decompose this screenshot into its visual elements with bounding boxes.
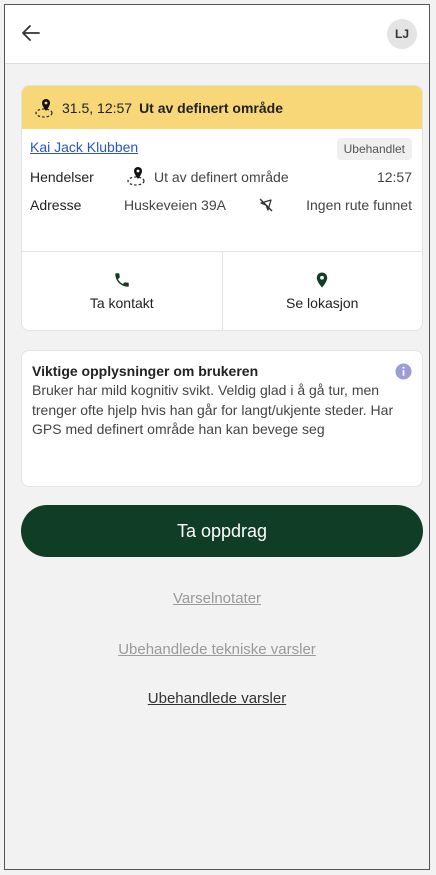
alert-banner: 31.5, 12:57 Ut av definert område [22,86,422,129]
top-bar: LJ [5,5,429,64]
status-badge: Ubehandlet [336,138,412,160]
alert-card: 31.5, 12:57 Ut av definert område Kai Ja… [21,85,423,331]
location-area-icon [35,98,53,118]
unhandled-technical-alerts-link[interactable]: Ubehandlede tekniske varsler [5,641,429,658]
address-label: Adresse [30,197,82,213]
alert-datetime: 31.5, 12:57 [62,99,133,116]
event-text: Ut av definert område [154,169,289,185]
unhandled-alerts-link[interactable]: Ubehandlede varsler [5,690,429,707]
info-icon[interactable] [395,363,412,380]
location-pin-icon [317,272,328,288]
see-location-button[interactable]: Se lokasjon [221,252,423,330]
app-screen: LJ 31.5, 12:57 Ut av definert område Kai… [4,4,430,870]
events-row: Hendelser Ut av definert område 12:57 [22,163,422,191]
address-row: Adresse Huskeveien 39A Ingen rute funnet [22,191,422,219]
location-area-icon [127,167,145,186]
take-assignment-button[interactable]: Ta oppdrag [21,505,423,557]
user-row: Kai Jack Klubben Ubehandlet [22,135,422,163]
avatar[interactable]: LJ [387,19,417,49]
phone-icon [115,273,129,287]
address-value: Huskeveien 39A [124,197,226,213]
alert-actions: Ta kontakt Se lokasjon [22,251,422,330]
user-info-card: Viktige opplysninger om brukeren Bruker … [21,350,423,487]
info-text: Bruker har mild kognitiv svikt. Veldig g… [32,382,394,437]
alert-notes-link[interactable]: Varselnotater [5,590,429,607]
alert-title: Ut av definert område [139,99,283,116]
info-title: Viktige opplysninger om brukeren [32,363,259,379]
route-status: Ingen rute funnet [306,197,412,213]
no-route-icon [259,198,273,212]
contact-label: Ta kontakt [89,295,154,311]
location-label: Se lokasjon [286,295,359,311]
contact-button[interactable]: Ta kontakt [22,252,222,330]
user-link[interactable]: Kai Jack Klubben [30,139,138,155]
arrow-left-icon[interactable] [19,21,43,45]
events-label: Hendelser [30,169,94,185]
event-time: 12:57 [376,169,412,185]
